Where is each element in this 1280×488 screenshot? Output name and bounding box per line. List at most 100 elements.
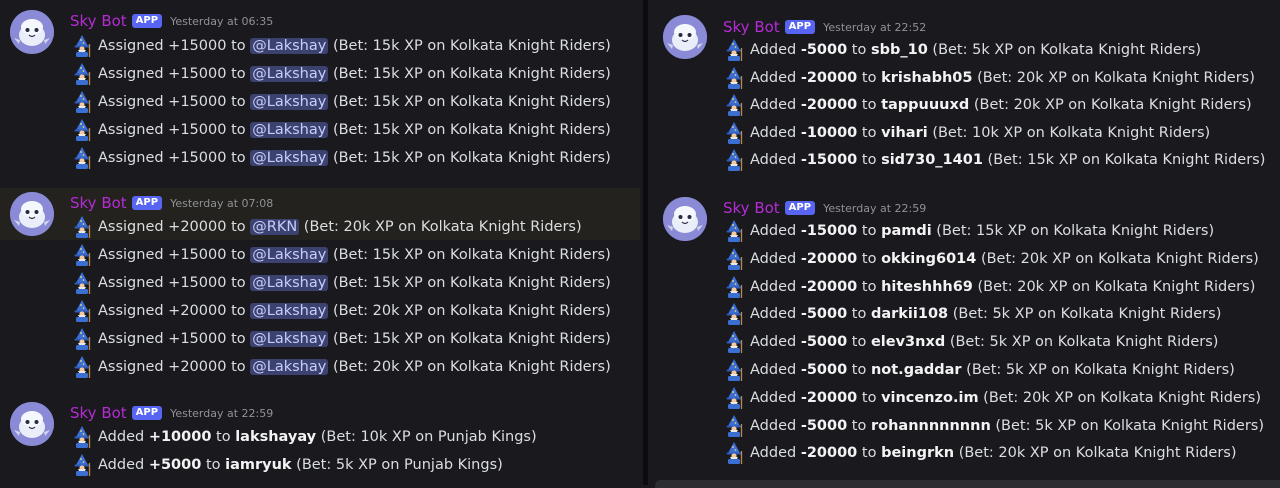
bot-avatar[interactable] — [10, 192, 54, 236]
user-mention[interactable]: @Lakshay — [250, 122, 329, 138]
message-line: Added -20000 to vincenzo.im (Bet: 20k XP… — [724, 386, 1261, 410]
username[interactable]: Sky Bot — [70, 12, 127, 30]
bet-details: (Bet: 5k XP on Kolkata Knight Riders) — [932, 42, 1202, 58]
wizard-emoji-icon — [726, 275, 743, 298]
user-mention[interactable]: @Lakshay — [250, 66, 329, 82]
right-chat-pane: Sky Bot APP Yesterday at 22:52 Added -5000 … — [648, 0, 1280, 485]
user-mention[interactable]: @Lakshay — [250, 247, 329, 263]
message-to: to — [861, 97, 877, 114]
bet-details: (Bet: 20k XP on Kolkata Knight Riders) — [303, 219, 582, 235]
timestamp[interactable]: Yesterday at 22:52 — [823, 21, 926, 34]
timestamp[interactable]: Yesterday at 22:59 — [170, 407, 273, 420]
message-to: to — [861, 69, 877, 86]
wizard-emoji-icon — [74, 356, 91, 378]
message-line: Added -5000 to elev3nxd (Bet: 5k XP on K… — [724, 330, 1218, 354]
wizard-emoji-icon — [74, 147, 91, 169]
wizard-emoji-icon — [74, 454, 91, 476]
message-to: to — [861, 223, 877, 239]
user-mention[interactable]: @Lakshay — [250, 275, 329, 291]
user-mention[interactable]: @Lakshay — [250, 359, 329, 375]
username[interactable]: Sky Bot — [70, 194, 127, 212]
message-to: to — [851, 417, 867, 434]
bet-details: (Bet: 15k XP on Kolkata Knight Riders) — [332, 275, 611, 291]
message-to: to — [861, 445, 877, 462]
user-mention[interactable]: @Lakshay — [250, 38, 329, 54]
bet-details: (Bet: 15k XP on Kolkata Knight Riders) — [332, 66, 611, 82]
message-prefix: Added — [750, 42, 797, 58]
message-prefix: Assigned +15000 to — [98, 150, 246, 166]
xp-amount: -5000 — [800, 306, 848, 323]
wizard-emoji-icon — [726, 66, 743, 89]
recipient-username: lakshayay — [235, 429, 317, 445]
xp-amount: -5000 — [800, 362, 848, 378]
bot-avatar[interactable] — [10, 10, 54, 54]
message-to: to — [216, 429, 231, 445]
bet-details: (Bet: 15k XP on Kolkata Knight Riders) — [332, 122, 611, 138]
message-header: Sky Bot APP Yesterday at 06:35 — [70, 11, 273, 31]
message-input-edge[interactable] — [655, 480, 1280, 488]
message-prefix: Added — [98, 457, 145, 473]
timestamp[interactable]: Yesterday at 06:35 — [170, 15, 273, 28]
message-prefix: Assigned +15000 to — [98, 38, 246, 54]
bet-details: (Bet: 5k XP on Kolkata Knight Riders) — [995, 417, 1264, 434]
xp-amount: -5000 — [800, 334, 848, 351]
bet-details: (Bet: 15k XP on Kolkata Knight Riders) — [936, 223, 1215, 239]
bot-avatar[interactable] — [10, 402, 54, 446]
username[interactable]: Sky Bot — [723, 199, 780, 217]
message-prefix: Added — [750, 250, 797, 267]
wizard-emoji-icon — [74, 63, 91, 85]
recipient-username: sid730_1401 — [881, 152, 983, 169]
wizard-emoji-icon — [726, 359, 743, 381]
bet-details: (Bet: 15k XP on Kolkata Knight Riders) — [332, 247, 611, 263]
user-mention[interactable]: @Lakshay — [250, 150, 329, 166]
wizard-emoji-icon — [74, 300, 91, 322]
message-header: Sky Bot APP Yesterday at 22:52 — [723, 17, 926, 37]
timestamp[interactable]: Yesterday at 22:59 — [823, 202, 926, 215]
xp-amount: -15000 — [800, 152, 858, 169]
message-prefix: Assigned +20000 to — [98, 303, 246, 319]
wizard-emoji-icon — [726, 386, 743, 409]
recipient-username: elev3nxd — [870, 334, 946, 351]
recipient-username: darkii108 — [870, 306, 949, 323]
message-line: Assigned +15000 to @Lakshay (Bet: 15k XP… — [72, 62, 611, 86]
username[interactable]: Sky Bot — [723, 18, 780, 36]
bot-avatar[interactable] — [663, 15, 707, 59]
recipient-username: vincenzo.im — [881, 389, 979, 406]
app-badge: APP — [131, 406, 163, 420]
timestamp[interactable]: Yesterday at 07:08 — [170, 197, 273, 210]
message-to: to — [861, 250, 877, 267]
message-prefix: Added — [750, 334, 797, 351]
xp-amount: -5000 — [800, 42, 848, 58]
wizard-emoji-icon — [726, 220, 743, 242]
message-header: Sky Bot APP Yesterday at 22:59 — [70, 403, 273, 423]
user-mention[interactable]: @RKN — [250, 219, 300, 235]
bet-details: (Bet: 5k XP on Kolkata Knight Riders) — [949, 334, 1219, 351]
message-line: Assigned +15000 to @Lakshay (Bet: 15k XP… — [72, 34, 611, 58]
bet-details: (Bet: 15k XP on Kolkata Knight Riders) — [332, 150, 611, 166]
message-line: Assigned +15000 to @Lakshay (Bet: 15k XP… — [72, 90, 611, 114]
message-line: Added -10000 to vihari (Bet: 10k XP on K… — [724, 121, 1210, 145]
recipient-username: hiteshhh69 — [881, 278, 973, 295]
user-mention[interactable]: @Lakshay — [250, 303, 329, 319]
user-mention[interactable]: @Lakshay — [250, 94, 329, 110]
app-badge: APP — [131, 14, 163, 28]
recipient-username: krishabh05 — [881, 69, 973, 86]
message-line: Added -5000 to not.gaddar (Bet: 5k XP on… — [724, 358, 1235, 382]
message-prefix: Added — [750, 124, 797, 141]
message-prefix: Added — [750, 69, 797, 86]
app-badge: APP — [784, 20, 816, 34]
message-line: Added -20000 to beingrkn (Bet: 20k XP on… — [724, 441, 1237, 465]
message-line: Assigned +15000 to @Lakshay (Bet: 15k XP… — [72, 146, 611, 170]
bot-avatar[interactable] — [663, 197, 707, 241]
xp-amount: -20000 — [800, 69, 858, 86]
wizard-emoji-icon — [726, 149, 743, 172]
user-mention[interactable]: @Lakshay — [250, 331, 329, 347]
recipient-username: not.gaddar — [870, 362, 962, 378]
message-prefix: Added — [750, 223, 797, 239]
message-prefix: Added — [750, 278, 797, 295]
bet-details: (Bet: 15k XP on Kolkata Knight Riders) — [332, 331, 611, 347]
username[interactable]: Sky Bot — [70, 404, 127, 422]
message-line: Assigned +15000 to @Lakshay (Bet: 15k XP… — [72, 243, 611, 267]
bet-details: (Bet: 20k XP on Kolkata Knight Riders) — [958, 445, 1237, 462]
wizard-emoji-icon — [74, 272, 91, 294]
